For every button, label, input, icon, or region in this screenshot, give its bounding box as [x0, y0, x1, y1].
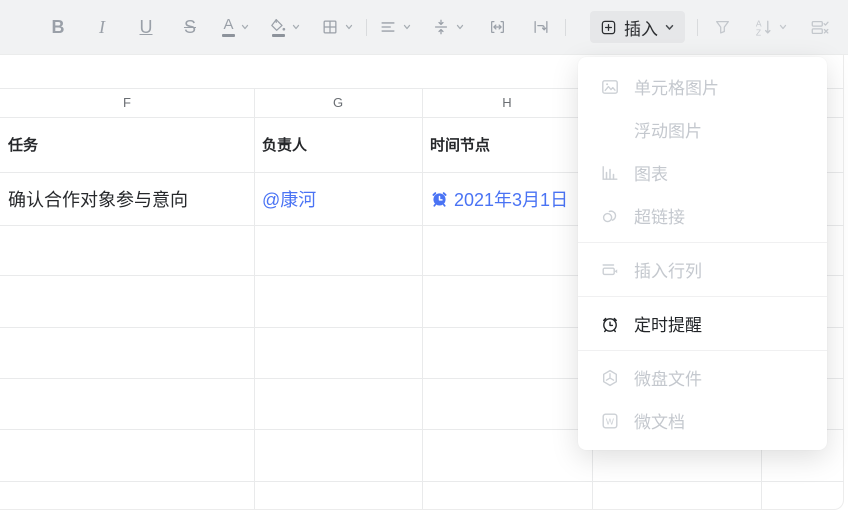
menu-item-label: 微盘文件	[634, 365, 702, 390]
fill-color-button[interactable]	[270, 11, 301, 43]
toolbar-separator	[565, 19, 566, 36]
text-wrap-button[interactable]	[529, 11, 553, 43]
font-color-button[interactable]: A	[222, 11, 250, 43]
menu-item-floating-image[interactable]: 浮动图片	[578, 108, 827, 151]
menu-item-label: 微文档	[634, 408, 685, 433]
column-header-h[interactable]: H	[422, 88, 592, 117]
chevron-down-icon	[344, 22, 354, 32]
svg-text:Z: Z	[756, 27, 761, 37]
insert-button-label: 插入	[624, 15, 658, 40]
menu-item-wedoc[interactable]: W 微文档	[578, 399, 827, 442]
cell-task-header[interactable]: 任务	[8, 117, 38, 172]
wedrive-file-icon	[600, 368, 620, 388]
spreadsheet-app: B I U S A	[0, 0, 848, 516]
fill-color-icon	[270, 18, 286, 37]
reminder-clock-icon	[430, 189, 449, 208]
underline-icon: U	[140, 18, 153, 36]
chevron-down-icon	[455, 22, 465, 32]
italic-icon: I	[99, 18, 105, 36]
borders-icon	[321, 18, 339, 36]
strikethrough-icon: S	[184, 18, 196, 36]
format-toolbar: B I U S A	[0, 0, 848, 55]
sort-button[interactable]: A Z	[754, 11, 788, 43]
vertical-align-button[interactable]	[432, 11, 465, 43]
filter-funnel-icon	[713, 18, 732, 36]
cell-time-header[interactable]: 时间节点	[430, 117, 490, 172]
menu-item-hyperlink[interactable]: 超链接	[578, 194, 827, 237]
chevron-down-icon	[664, 22, 675, 33]
cell-date-value[interactable]: 2021年3月1日	[430, 172, 568, 225]
width-fit-icon	[488, 18, 507, 36]
chevron-down-icon	[240, 22, 250, 32]
horizontal-align-button[interactable]	[379, 11, 412, 43]
filter-button[interactable]	[710, 11, 734, 43]
strikethrough-button[interactable]: S	[178, 11, 202, 43]
toolbar-separator	[366, 19, 367, 36]
column-width-button[interactable]	[485, 11, 509, 43]
wedoc-icon: W	[600, 411, 620, 431]
cell-image-icon	[600, 77, 620, 97]
insert-rows-cols-icon	[600, 260, 620, 280]
chart-icon	[600, 163, 620, 183]
insert-dropdown-menu: 单元格图片 浮动图片 图表 超链接 插入行列	[578, 57, 827, 450]
chevron-down-icon	[291, 22, 301, 32]
align-left-icon	[379, 18, 397, 36]
menu-item-label: 图表	[634, 160, 668, 185]
bold-icon: B	[52, 18, 65, 36]
chevron-down-icon	[778, 22, 788, 32]
cell-task-value[interactable]: 确认合作对象参与意向	[8, 172, 188, 225]
menu-item-label: 定时提醒	[634, 311, 702, 336]
column-header-g[interactable]: G	[254, 88, 422, 117]
hyperlink-icon	[600, 206, 620, 226]
italic-button[interactable]: I	[90, 11, 114, 43]
toolbar-separator	[697, 19, 698, 36]
menu-item-wedrive-file[interactable]: 微盘文件	[578, 356, 827, 399]
menu-item-insert-rows-cols[interactable]: 插入行列	[578, 248, 827, 291]
vertical-align-center-icon	[432, 18, 450, 36]
insert-plus-icon	[600, 19, 617, 36]
menu-item-label: 插入行列	[634, 257, 702, 282]
menu-item-timed-reminder[interactable]: 定时提醒	[578, 302, 827, 345]
menu-item-label: 单元格图片	[634, 74, 719, 99]
underline-button[interactable]: U	[134, 11, 158, 43]
menu-divider	[578, 296, 827, 297]
menu-item-chart[interactable]: 图表	[578, 151, 827, 194]
font-color-icon: A	[222, 17, 235, 37]
menu-item-label: 浮动图片	[634, 117, 702, 142]
grid-line	[422, 88, 423, 509]
bold-button[interactable]: B	[46, 11, 70, 43]
borders-button[interactable]	[321, 11, 354, 43]
dedupe-rows-icon	[810, 18, 830, 37]
menu-item-label: 超链接	[634, 203, 685, 228]
text-wrap-icon	[532, 18, 550, 36]
chevron-down-icon	[402, 22, 412, 32]
sort-az-icon: A Z	[754, 18, 773, 37]
menu-divider	[578, 350, 827, 351]
no-icon-spacer	[600, 120, 620, 140]
data-validation-button[interactable]	[808, 11, 832, 43]
menu-item-cell-image[interactable]: 单元格图片	[578, 65, 827, 108]
reminder-icon	[600, 314, 620, 334]
insert-button[interactable]: 插入	[590, 11, 685, 43]
column-header-f[interactable]: F	[0, 88, 254, 117]
cell-owner-header[interactable]: 负责人	[262, 117, 307, 172]
grid-line	[254, 88, 255, 509]
svg-text:W: W	[606, 416, 614, 426]
cell-owner-mention[interactable]: @康河	[262, 172, 316, 225]
menu-divider	[578, 242, 827, 243]
cell-date-text: 2021年3月1日	[454, 186, 568, 212]
